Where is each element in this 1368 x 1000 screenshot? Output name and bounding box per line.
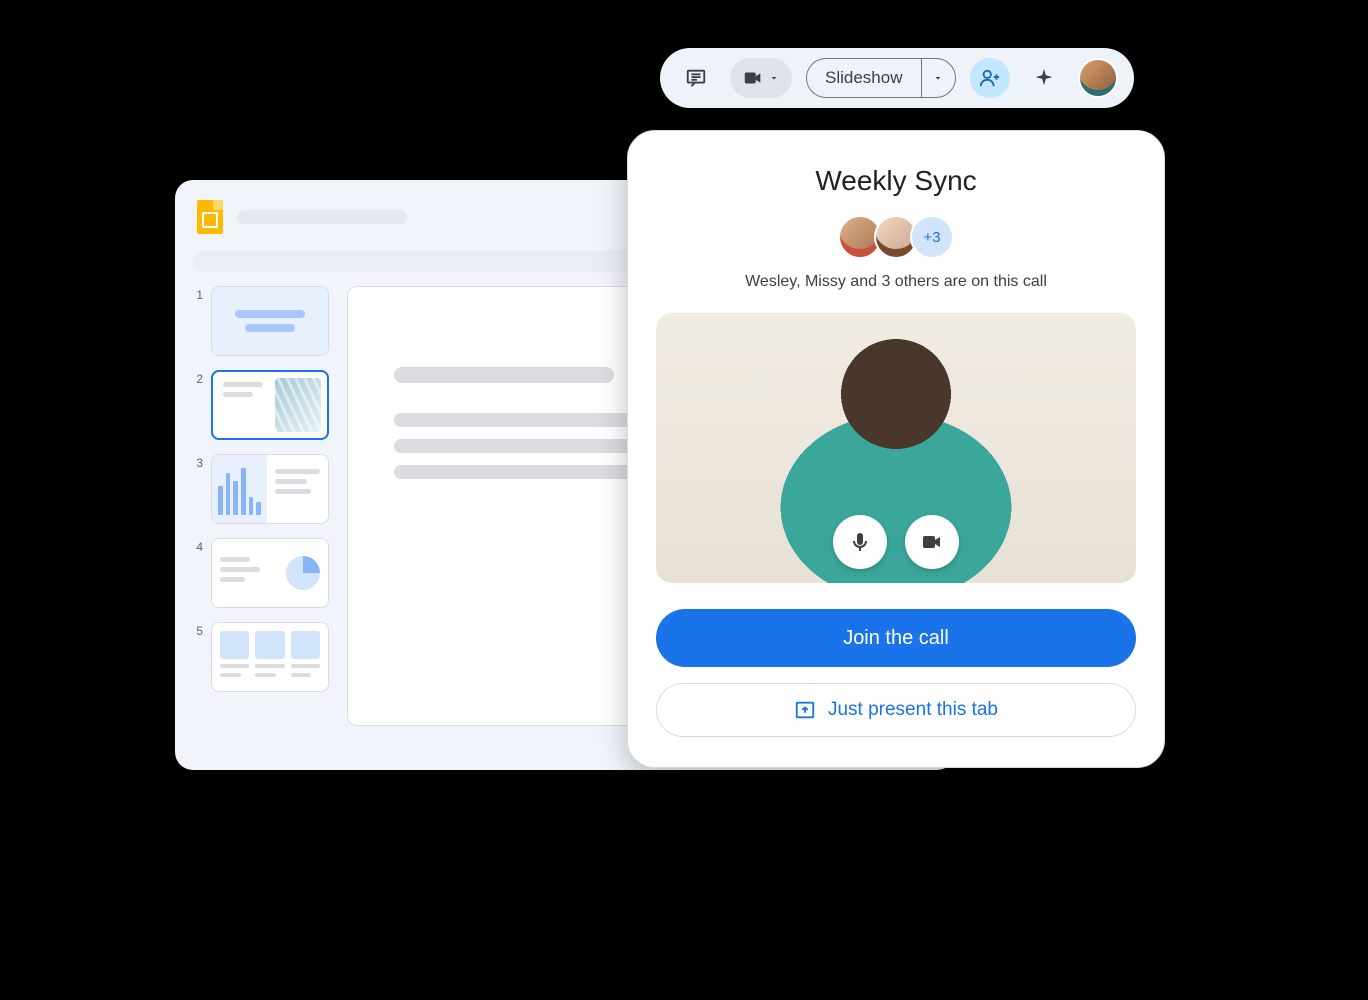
camera-toggle[interactable] <box>905 515 959 569</box>
profile-avatar[interactable] <box>1078 58 1118 98</box>
participants-summary: Wesley, Missy and 3 others are on this c… <box>745 273 1047 291</box>
meet-join-panel: Weekly Sync +3 Wesley, Missy and 3 other… <box>627 130 1165 768</box>
sparkle-icon[interactable] <box>1024 58 1064 98</box>
thumb-number: 5 <box>193 622 203 638</box>
camera-icon <box>742 67 764 89</box>
microphone-toggle[interactable] <box>833 515 887 569</box>
meeting-title: Weekly Sync <box>815 165 976 197</box>
slides-logo-icon <box>197 200 223 234</box>
thumb-number: 1 <box>193 286 203 302</box>
present-icon <box>794 699 816 721</box>
present-tab-label: Just present this tab <box>828 699 998 721</box>
thumb-row-2[interactable]: 2 <box>193 370 329 440</box>
slideshow-dropdown[interactable] <box>921 59 955 97</box>
slide-thumbnail-3[interactable] <box>211 454 329 524</box>
slide-thumbnail-2-selected[interactable] <box>211 370 329 440</box>
thumb-row-4[interactable]: 4 <box>193 538 329 608</box>
thumb-number: 3 <box>193 454 203 470</box>
slide-thumbnails: 1 2 3 <box>193 286 329 726</box>
thumb-row-3[interactable]: 3 <box>193 454 329 524</box>
slideshow-button[interactable]: Slideshow <box>807 59 921 97</box>
slide-thumbnail-1[interactable] <box>211 286 329 356</box>
slide-thumbnail-4[interactable] <box>211 538 329 608</box>
comments-icon[interactable] <box>676 58 716 98</box>
canvas-heading-placeholder <box>394 367 614 383</box>
chevron-down-icon <box>932 72 944 84</box>
join-call-button[interactable]: Join the call <box>656 609 1136 667</box>
self-video-preview <box>656 313 1136 583</box>
thumb-number: 2 <box>193 370 203 386</box>
camera-icon <box>920 530 944 554</box>
chevron-down-icon <box>768 72 780 84</box>
participant-avatars: +3 <box>838 215 954 259</box>
person-add-icon <box>979 67 1001 89</box>
thumb-number: 4 <box>193 538 203 554</box>
present-tab-button[interactable]: Just present this tab <box>656 683 1136 737</box>
top-toolbar: Slideshow <box>660 48 1134 108</box>
microphone-icon <box>848 530 872 554</box>
thumb-row-5[interactable]: 5 <box>193 622 329 692</box>
thumb-row-1[interactable]: 1 <box>193 286 329 356</box>
more-participants-badge: +3 <box>910 215 954 259</box>
share-button[interactable] <box>970 58 1010 98</box>
slide-thumbnail-5[interactable] <box>211 622 329 692</box>
title-placeholder <box>237 210 407 224</box>
slideshow-split-button[interactable]: Slideshow <box>806 58 956 98</box>
camera-dropdown-button[interactable] <box>730 58 792 98</box>
